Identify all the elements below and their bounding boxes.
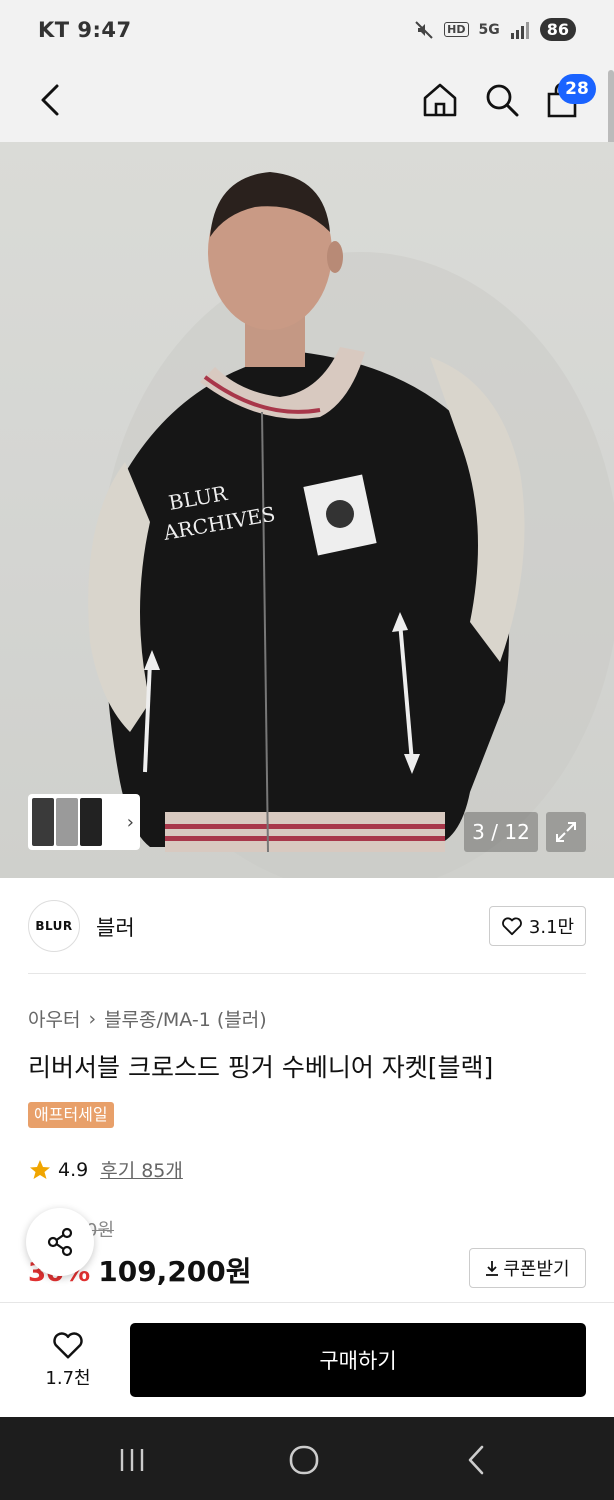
share-button[interactable] [26,1208,94,1276]
breadcrumb-category[interactable]: 아우터 [28,1005,80,1032]
coupon-button[interactable]: 쿠폰받기 [469,1248,586,1288]
rating-row: 4.9 후기 85개 [28,1156,183,1183]
search-button[interactable] [480,78,524,122]
app-header [0,64,614,142]
back-nav-icon [468,1445,484,1475]
signal-icon [510,21,529,39]
divider [28,973,586,974]
battery-indicator: 86 [539,18,576,41]
product-image[interactable]: BLUR ARCHIVES › 3 / 12 [0,142,614,878]
recent-apps-icon [120,1449,144,1471]
brand-like-count: 3.1만 [528,917,575,938]
wishlist-button[interactable]: 1.7천 [28,1323,108,1397]
home-button[interactable] [418,78,462,122]
recent-apps-button[interactable] [102,1435,162,1485]
bottom-action-bar: 1.7천 구매하기 [0,1303,614,1417]
thumbnail-2[interactable] [56,798,78,846]
thumbnail-strip[interactable]: › [28,794,140,850]
chevron-right-icon[interactable]: › [127,812,134,833]
home-nav-button[interactable] [274,1435,334,1485]
chevron-right-icon: › [88,1007,97,1030]
rating-value: 4.9 [58,1158,89,1181]
brand-row: BLUR 블러 3.1만 [0,878,614,974]
home-icon [423,83,457,117]
sale-price: 109,200원 [98,1255,252,1288]
coupon-label: 쿠폰받기 [503,1259,570,1280]
brand-name[interactable]: 블러 [96,912,135,942]
brand-like-button[interactable]: 3.1만 [489,906,586,946]
sale-badge: 애프터세일 [28,1102,114,1128]
mute-icon [415,20,433,39]
heart-icon [502,917,522,936]
heart-icon [53,1332,83,1359]
circle-home-icon [289,1445,319,1475]
chevron-left-icon [41,84,59,116]
download-icon [486,1261,499,1276]
status-bar: KT 9:47 HD 5G 86 [0,0,614,64]
back-button[interactable] [30,78,70,122]
search-icon [486,84,519,117]
network-icon: 5G [478,21,500,38]
star-icon [30,1159,50,1179]
buy-button[interactable]: 구매하기 [130,1323,586,1397]
thumbnail-3[interactable] [80,798,102,846]
image-counter: 3 / 12 [464,812,538,852]
expand-icon [556,822,576,842]
cart-count-badge: 28 [558,74,596,104]
product-title: 리버서블 크로스드 핑거 수베니어 자켓[블랙] [28,1053,494,1082]
fullscreen-button[interactable] [546,812,586,852]
hd-icon: HD [444,22,469,37]
status-icons: HD 5G 86 [414,18,576,41]
share-icon [47,1227,73,1257]
model-jacket-illustration: BLUR ARCHIVES [88,172,614,878]
scrollbar[interactable] [608,70,614,146]
brand-logo[interactable]: BLUR [28,900,80,952]
thumbnail-1[interactable] [32,798,54,846]
back-nav-button[interactable] [446,1435,506,1485]
wishlist-count: 1.7천 [45,1368,91,1389]
breadcrumb: 아우터 › 블루종/MA-1 (블러) [28,1005,267,1032]
carrier-time: KT 9:47 [38,18,132,42]
review-link[interactable]: 후기 85개 [100,1156,183,1183]
breadcrumb-subcategory[interactable]: 블루종/MA-1 (블러) [104,1005,267,1032]
system-nav-bar [0,1417,614,1500]
